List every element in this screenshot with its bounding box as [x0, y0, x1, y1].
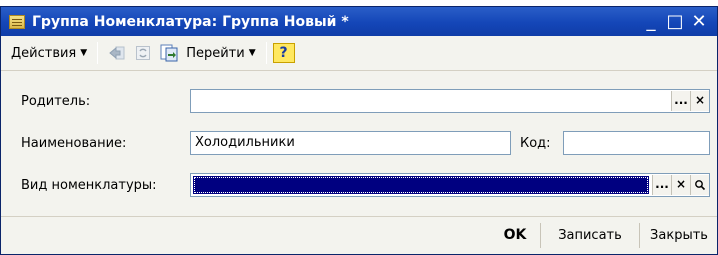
help-icon[interactable]: ?: [272, 43, 295, 63]
refresh-icon[interactable]: [132, 42, 154, 64]
save-button[interactable]: Записать: [544, 217, 636, 254]
maximize-button[interactable]: □: [663, 11, 687, 33]
ok-button[interactable]: OK: [495, 217, 535, 254]
minimize-button[interactable]: _: [639, 11, 663, 33]
button-separator: [639, 223, 640, 248]
type-clear-button[interactable]: ×: [671, 175, 690, 195]
form-icon: [9, 14, 25, 29]
dropdown-arrow-icon: ▼: [248, 48, 256, 58]
goto-menu-button[interactable]: Перейти ▼: [182, 40, 259, 66]
code-field[interactable]: [563, 131, 710, 155]
name-field[interactable]: Холодильники: [190, 131, 511, 155]
dialog-window: Группа Номенклатура: Группа Новый * _ □ …: [0, 6, 718, 255]
code-label: Код:: [520, 136, 551, 151]
name-label: Наименование:: [21, 136, 127, 151]
button-separator: [540, 223, 541, 248]
bottom-button-bar: OK Записать Закрыть: [1, 216, 717, 254]
parent-field[interactable]: ... ×: [190, 89, 710, 113]
goto-menu-label: Перейти: [186, 45, 245, 61]
type-select-button[interactable]: ...: [652, 175, 671, 195]
back-arrow-icon[interactable]: [106, 42, 128, 64]
toolbar-separator: [97, 42, 99, 64]
parent-clear-button[interactable]: ×: [690, 91, 709, 111]
toolbar-separator: [265, 42, 267, 64]
window-controls: _ □ ✕: [639, 11, 711, 33]
type-selection-highlight: [193, 176, 649, 194]
parent-label: Родитель:: [21, 94, 91, 109]
dropdown-arrow-icon: ▼: [80, 48, 88, 58]
goto-document-icon[interactable]: [158, 42, 180, 64]
title-bar[interactable]: Группа Номенклатура: Группа Новый * _ □ …: [1, 7, 717, 36]
actions-menu-label: Действия: [11, 45, 77, 61]
toolbar: Действия ▼ Перейти ▼ ?: [1, 36, 717, 71]
type-field[interactable]: ... ×: [190, 173, 710, 197]
window-title: Группа Номенклатура: Группа Новый *: [32, 13, 349, 30]
close-window-button[interactable]: ✕: [687, 11, 711, 33]
name-value: Холодильники: [195, 135, 295, 150]
actions-menu-button[interactable]: Действия ▼: [7, 40, 91, 66]
type-search-icon[interactable]: [690, 175, 709, 195]
type-label: Вид номенклатуры:: [21, 178, 157, 193]
parent-select-button[interactable]: ...: [671, 91, 690, 111]
close-button[interactable]: Закрыть: [643, 217, 715, 254]
